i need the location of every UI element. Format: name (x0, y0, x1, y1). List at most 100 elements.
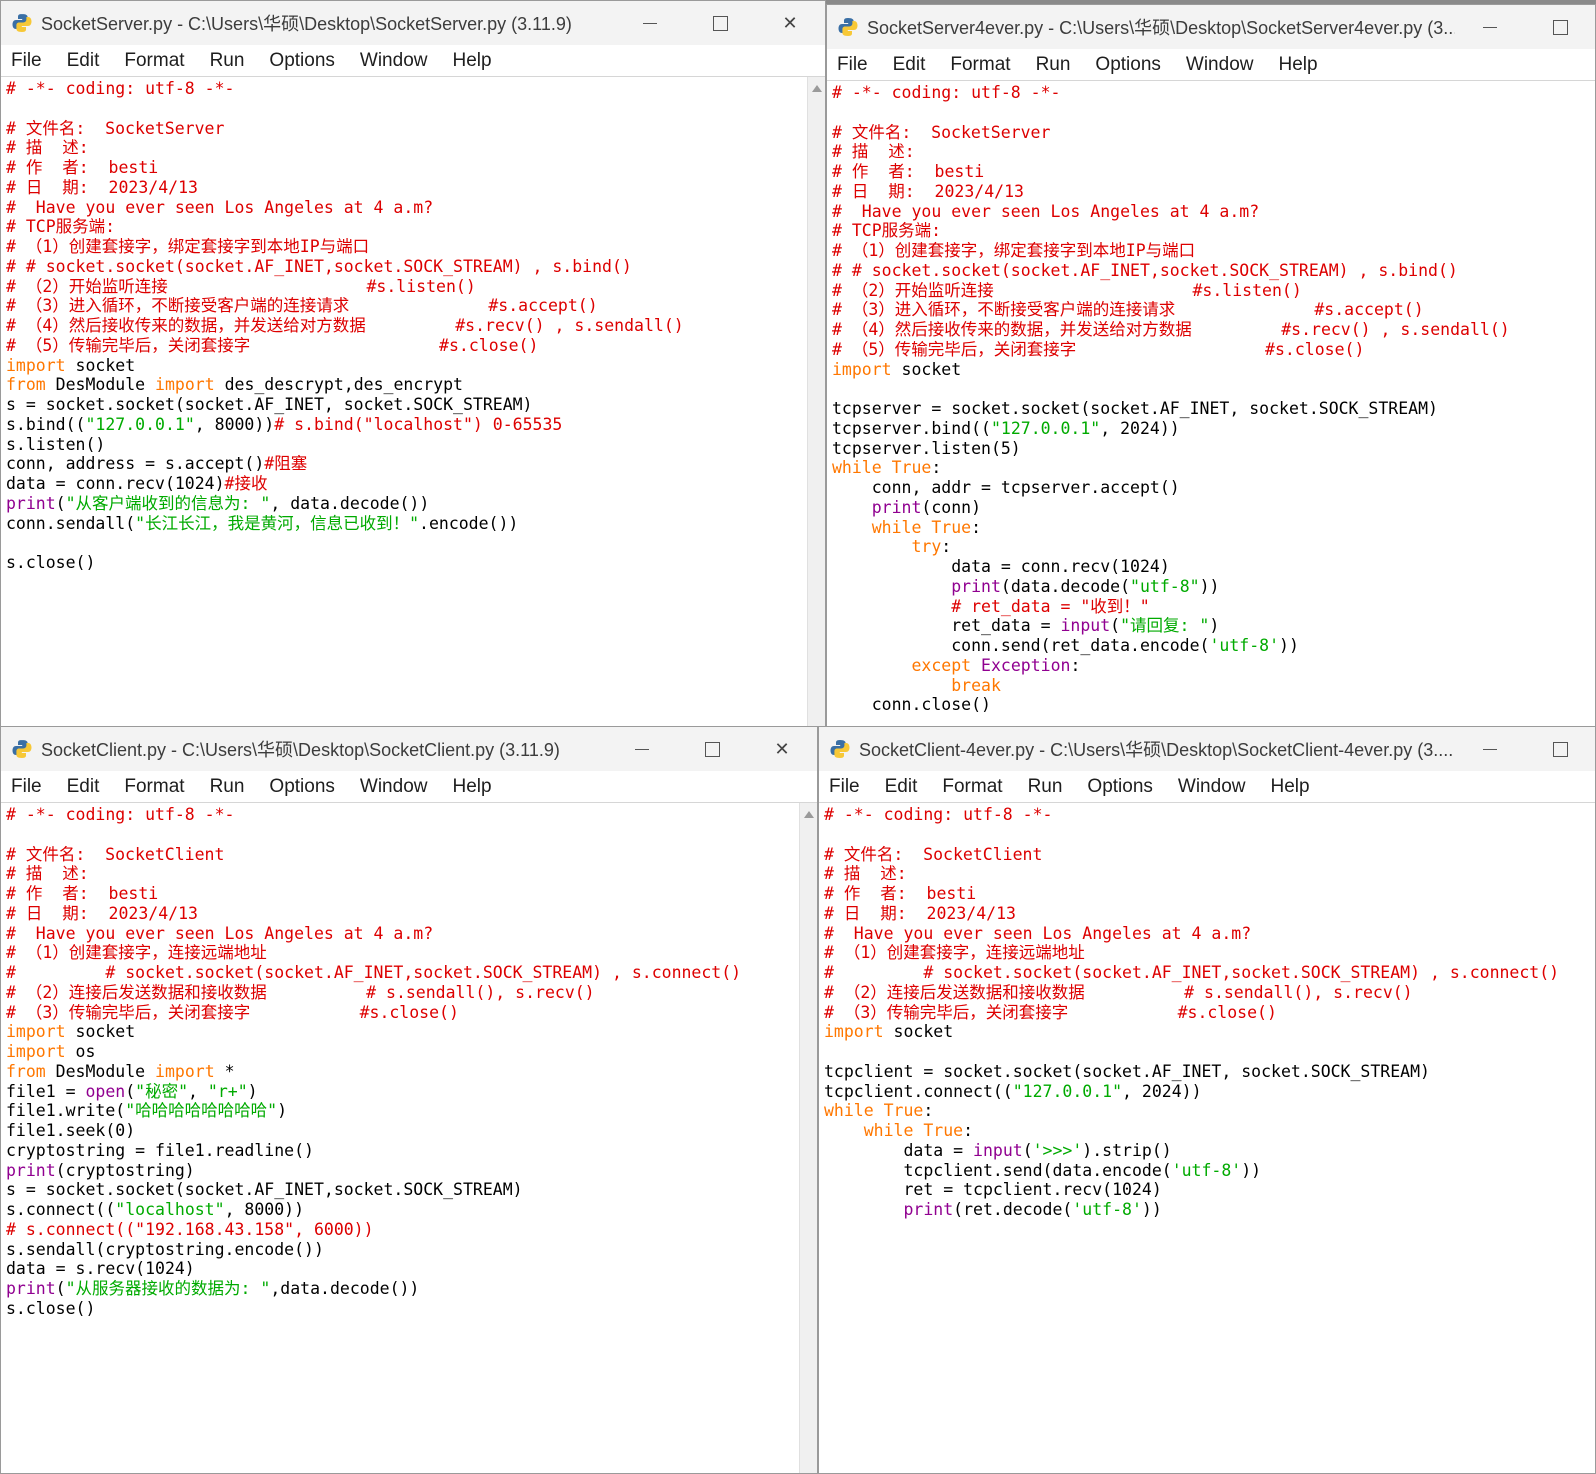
code-line: print("从客户端收到的信息为: ", data.decode()) (6, 493, 430, 513)
menu-window[interactable]: Window (1176, 776, 1248, 798)
code-line: # 日 期: 2023/4/13 (6, 177, 198, 197)
menu-options[interactable]: Options (1093, 54, 1162, 76)
maximize-button[interactable] (1525, 5, 1595, 49)
code-editor[interactable]: # -*- coding: utf-8 -*- # 文件名: SocketServ… (827, 81, 1595, 729)
window-title: SocketServer4ever.py - C:\Users\华硕\Deskt… (867, 18, 1455, 38)
code-line: import socket (832, 359, 962, 379)
code-line: # （5）传输完毕后，关闭套接字 #s.close() (832, 339, 1365, 359)
python-icon (12, 740, 32, 758)
menu-bar: File Edit Format Run Options Window Help (819, 771, 1595, 803)
code-line: import socket (6, 355, 136, 375)
code-line: except Exception: (911, 655, 1081, 675)
code-line: tcpclient.send(data.encode('utf-8')) (824, 1160, 1262, 1180)
menu-help[interactable]: Help (1268, 776, 1311, 798)
menu-run[interactable]: Run (208, 50, 247, 72)
menu-help[interactable]: Help (1276, 54, 1319, 76)
minimize-button[interactable] (1455, 5, 1525, 49)
vertical-scrollbar[interactable] (799, 803, 817, 1473)
code-line: tcpserver.bind(("127.0.0.1", 2024)) (832, 418, 1180, 438)
title-bar[interactable]: SocketClient-4ever.py - C:\Users\华硕\Desk… (819, 727, 1595, 771)
menu-file[interactable]: File (835, 54, 870, 76)
close-button[interactable]: ✕ (747, 727, 817, 771)
window-title: SocketServer.py - C:\Users\华硕\Desktop\So… (41, 14, 572, 34)
menu-format[interactable]: Format (940, 776, 1004, 798)
code-line: # （2）连接后发送数据和接收数据 # s.sendall(), s.recv(… (824, 982, 1413, 1002)
code-line: # -*- coding: utf-8 -*- (6, 805, 235, 824)
minimize-button[interactable] (607, 727, 677, 771)
minimize-button[interactable] (1455, 727, 1525, 771)
menu-window[interactable]: Window (1184, 54, 1256, 76)
code-line: import socket (824, 1022, 954, 1042)
code-line: # s.connect(("192.168.43.158", 6000)) (6, 1219, 374, 1239)
code-line: # 文件名: SocketClient (824, 844, 1043, 864)
window-socketclient[interactable]: SocketClient.py - C:\Users\华硕\Desktop\So… (0, 726, 818, 1474)
code-line: # Have you ever seen Los Angeles at 4 a.… (824, 923, 1252, 943)
code-line: # 日 期: 2023/4/13 (832, 181, 1024, 201)
code-line: # Have you ever seen Los Angeles at 4 a.… (6, 923, 434, 943)
title-bar[interactable]: SocketServer.py - C:\Users\华硕\Desktop\So… (1, 1, 825, 45)
code-line: # 日 期: 2023/4/13 (6, 903, 198, 923)
maximize-button[interactable] (685, 1, 755, 45)
menu-window[interactable]: Window (358, 50, 430, 72)
menu-options[interactable]: Options (1085, 776, 1154, 798)
menu-run[interactable]: Run (208, 776, 247, 798)
scroll-up-arrow-icon[interactable] (804, 811, 814, 818)
code-line: # （1）创建套接字，绑定套接字到本地IP与端口 (832, 241, 1196, 260)
window-title: SocketClient-4ever.py - C:\Users\华硕\Desk… (859, 740, 1454, 760)
menu-edit[interactable]: Edit (65, 776, 102, 798)
code-line: # ret_data = "收到！" (951, 596, 1150, 616)
menu-options[interactable]: Options (267, 776, 336, 798)
code-line: file1.write("哈哈哈哈哈哈哈哈") (6, 1101, 288, 1121)
window-socketclient-4ever[interactable]: SocketClient-4ever.py - C:\Users\华硕\Desk… (818, 726, 1596, 1474)
title-bar[interactable]: SocketServer4ever.py - C:\Users\华硕\Deskt… (827, 5, 1595, 49)
code-line: s.close() (6, 553, 96, 572)
menu-edit[interactable]: Edit (65, 50, 102, 72)
window-socketserver4ever[interactable]: SocketServer4ever.py - C:\Users\华硕\Deskt… (826, 4, 1596, 730)
code-text: # -*- coding: utf-8 -*- # 文件名: SocketServ… (832, 83, 1510, 715)
menu-run[interactable]: Run (1026, 776, 1065, 798)
code-line: # 描 述: (6, 864, 89, 884)
code-line: # 文件名: SocketServer (832, 122, 1051, 142)
code-line: # （2）开始监听连接 #s.listen() (6, 276, 476, 296)
code-editor[interactable]: # -*- coding: utf-8 -*- # 文件名: SocketClie… (819, 803, 1595, 1473)
menu-file[interactable]: File (9, 776, 44, 798)
maximize-button[interactable] (1525, 727, 1595, 771)
code-editor[interactable]: # -*- coding: utf-8 -*- # 文件名: SocketClie… (1, 803, 817, 1473)
window-socketserver[interactable]: SocketServer.py - C:\Users\华硕\Desktop\So… (0, 0, 826, 730)
menu-run[interactable]: Run (1034, 54, 1073, 76)
code-line: data = conn.recv(1024)#接收 (6, 474, 268, 493)
code-line: print(ret.decode('utf-8')) (903, 1200, 1162, 1219)
menu-edit[interactable]: Edit (883, 776, 920, 798)
menu-format[interactable]: Format (122, 776, 186, 798)
menu-file[interactable]: File (827, 776, 862, 798)
code-line: # 作 者: besti (824, 884, 977, 903)
menu-file[interactable]: File (9, 50, 44, 72)
scroll-up-arrow-icon[interactable] (812, 85, 822, 92)
menu-options[interactable]: Options (267, 50, 336, 72)
code-line: cryptostring = file1.readline() (6, 1140, 314, 1160)
code-line: tcpclient = socket.socket(socket.AF_INET… (824, 1061, 1430, 1081)
code-line: # # socket.socket(socket.AF_INET,socket.… (6, 256, 632, 276)
menu-format[interactable]: Format (948, 54, 1012, 76)
code-editor[interactable]: # -*- coding: utf-8 -*- # 文件名: SocketServ… (1, 77, 825, 729)
code-line: # （5）传输完毕后，关闭套接字 #s.close() (6, 335, 539, 355)
menu-window[interactable]: Window (358, 776, 430, 798)
close-button[interactable]: ✕ (755, 1, 825, 45)
minimize-button[interactable] (615, 1, 685, 45)
code-line: import socket (6, 1022, 136, 1042)
maximize-button[interactable] (677, 727, 747, 771)
menu-bar: File Edit Format Run Options Window Help (827, 49, 1595, 81)
menu-help[interactable]: Help (450, 50, 493, 72)
code-line: s.connect(("localhost", 8000)) (6, 1200, 305, 1219)
code-line: data = conn.recv(1024) (832, 557, 1170, 576)
title-bar[interactable]: SocketClient.py - C:\Users\华硕\Desktop\So… (1, 727, 817, 771)
menu-edit[interactable]: Edit (891, 54, 928, 76)
vertical-scrollbar[interactable] (807, 77, 825, 729)
menu-format[interactable]: Format (122, 50, 186, 72)
window-title: SocketClient.py - C:\Users\华硕\Desktop\So… (41, 740, 560, 760)
menu-help[interactable]: Help (450, 776, 493, 798)
code-line: # Have you ever seen Los Angeles at 4 a.… (832, 201, 1260, 221)
